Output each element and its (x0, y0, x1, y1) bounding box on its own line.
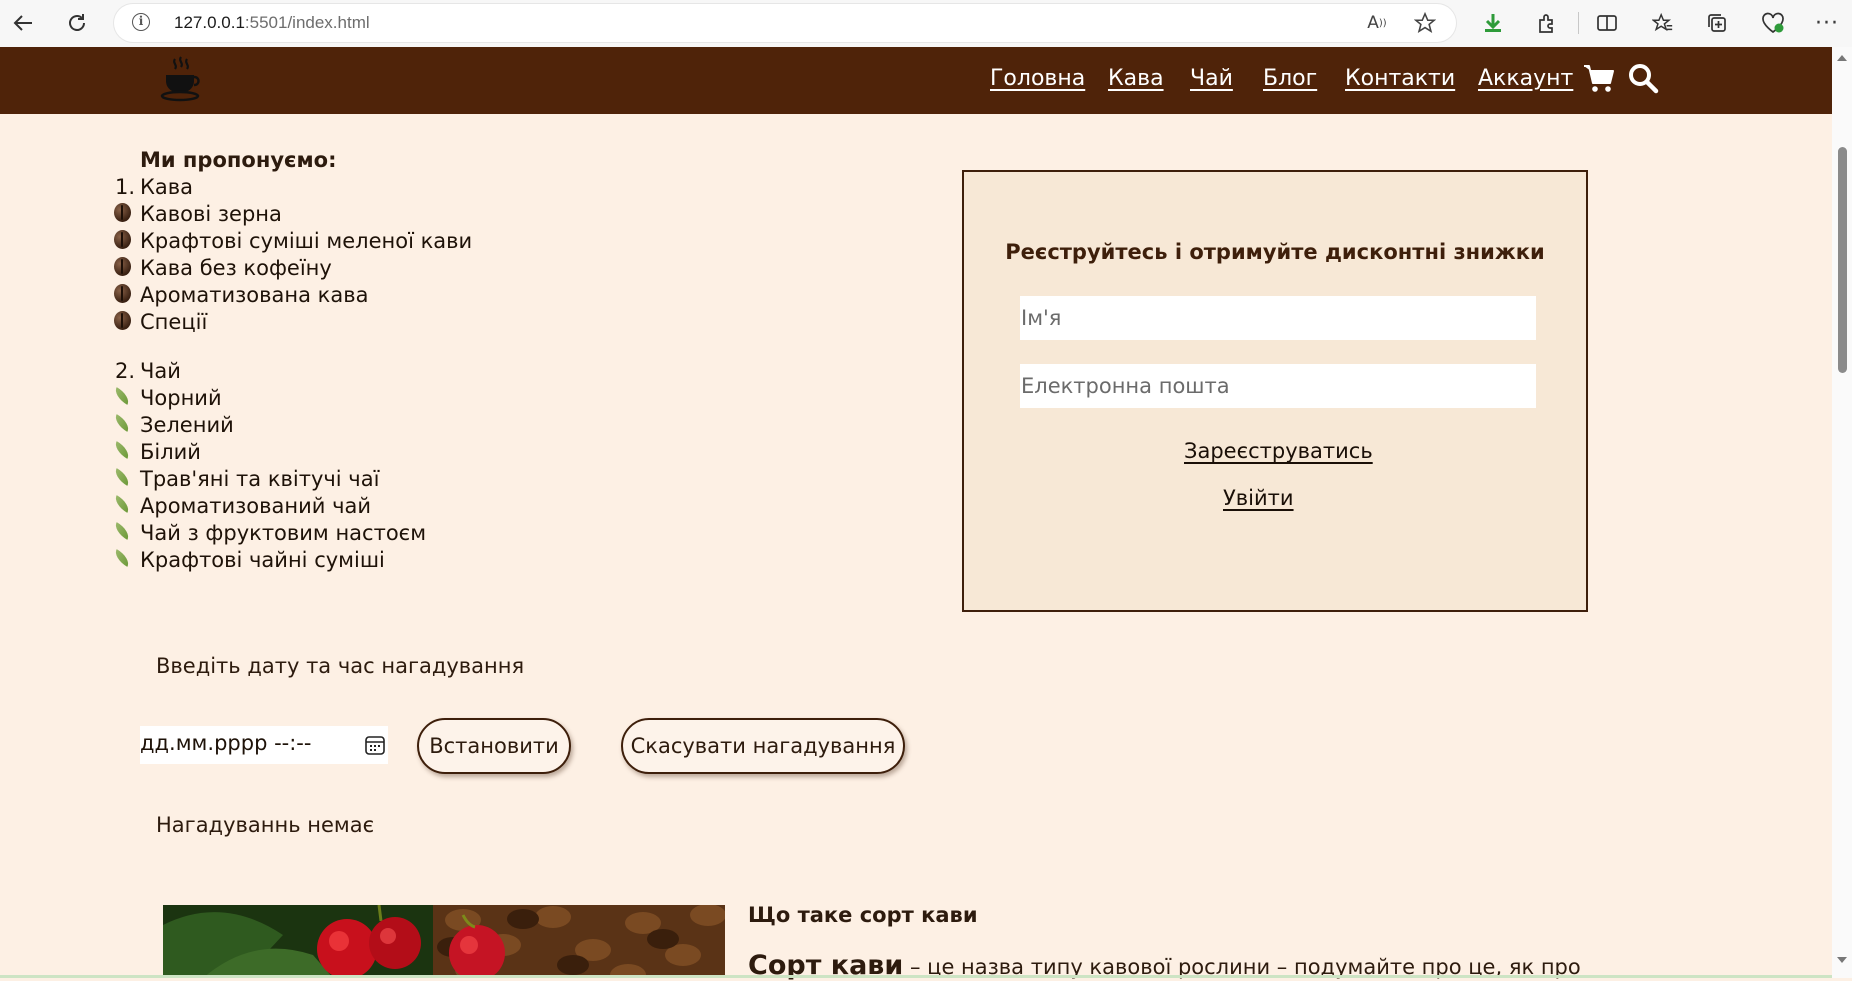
list-heading-tea: Чай (140, 359, 181, 383)
site-header: Головна Кава Чай Блог Контакти Аккаунт (0, 47, 1832, 114)
tea-leaf-icon (111, 387, 133, 405)
cart-icon[interactable] (1582, 61, 1616, 95)
reminder-status: Нагадуваннь немає (156, 813, 375, 837)
list-item: Крафтові чайні суміші (140, 548, 385, 572)
coffee-photo-art (163, 905, 725, 978)
extensions-icon[interactable] (1532, 8, 1562, 38)
list-item: Трав'яні та квітучі чаї (140, 467, 380, 491)
list-item: Білий (140, 440, 201, 464)
nav-tea[interactable]: Чай (1190, 66, 1233, 91)
back-icon[interactable] (8, 8, 38, 38)
url-path: :5501/index.html (244, 13, 370, 32)
nav-account[interactable]: Аккаунт (1478, 66, 1573, 91)
list-item: Ароматизований чай (140, 494, 372, 518)
tea-leaf-icon (111, 495, 133, 513)
list-number: 1. (115, 175, 136, 199)
scroll-down-icon[interactable] (1837, 957, 1847, 963)
tea-leaf-icon (111, 441, 133, 459)
datetime-placeholder: дд.мм.рррр --:-- (140, 731, 312, 755)
list-number: 2. (115, 359, 136, 383)
register-title: Реєструйтесь і отримуйте дисконтні знижк… (1005, 240, 1545, 264)
read-aloud-icon[interactable]: A)) (1364, 10, 1390, 36)
scrollbar-thumb[interactable] (1838, 147, 1847, 373)
reload-icon[interactable] (62, 8, 92, 38)
login-link[interactable]: Увійти (1223, 486, 1294, 510)
site-info-icon[interactable]: i (132, 13, 150, 31)
more-menu-icon[interactable]: ··· (1812, 8, 1842, 38)
list-item: Чорний (140, 386, 222, 410)
scroll-up-icon[interactable] (1837, 55, 1847, 61)
coffee-cup-logo-icon[interactable] (158, 55, 204, 103)
list-item: Кавові зерна (140, 202, 282, 226)
offers-title: Ми пропонуємо: (140, 148, 337, 172)
coffee-bean-icon (114, 311, 131, 330)
list-item: Крафтові суміші меленої кави (140, 229, 473, 253)
cancel-reminder-button[interactable]: Скасувати нагадування (621, 718, 905, 774)
list-heading-coffee: Кава (140, 175, 194, 199)
list-item: Чай з фруктовим настоєм (140, 521, 427, 545)
url-host: 127.0.0.1 (174, 13, 245, 32)
split-screen-icon[interactable] (1592, 8, 1622, 38)
coffee-bean-icon (114, 230, 131, 249)
register-link[interactable]: Зареєструватись (1184, 439, 1373, 463)
tea-leaf-icon (111, 414, 133, 432)
register-form: Реєструйтесь і отримуйте дисконтні знижк… (962, 170, 1588, 612)
coffee-bean-icon (114, 203, 131, 222)
datetime-input[interactable]: дд.мм.рррр --:-- (140, 726, 388, 764)
email-input[interactable] (1020, 364, 1536, 408)
browser-toolbar: i 127.0.0.1:5501/index.html A)) ··· (0, 0, 1852, 48)
nav-contacts[interactable]: Контакти (1345, 66, 1455, 91)
favorite-star-icon[interactable] (1412, 10, 1438, 36)
collections-icon[interactable] (1702, 8, 1732, 38)
list-item: Зелений (140, 413, 234, 437)
reminder-prompt: Введіть дату та час нагадування (156, 654, 525, 678)
address-bar[interactable]: i 127.0.0.1:5501/index.html A)) (114, 4, 1456, 42)
coffee-bean-icon (114, 257, 131, 276)
name-input[interactable] (1020, 296, 1536, 340)
download-icon[interactable] (1478, 8, 1508, 38)
nav-home[interactable]: Головна (990, 66, 1085, 91)
tea-leaf-icon (111, 549, 133, 567)
calendar-icon[interactable] (364, 734, 386, 756)
tea-leaf-icon (111, 468, 133, 486)
search-icon[interactable] (1626, 61, 1660, 95)
url-text: 127.0.0.1:5501/index.html (174, 13, 370, 33)
coffee-bean-icon (114, 284, 131, 303)
list-item: Ароматизована кава (140, 283, 369, 307)
page-scrollbar[interactable] (1832, 47, 1852, 978)
coffee-section-heading: Що таке сорт кави (748, 903, 978, 927)
list-item: Спеції (140, 310, 208, 334)
set-reminder-button[interactable]: Встановити (417, 718, 571, 774)
coffee-photo (163, 905, 725, 978)
list-item: Кава без кофеїну (140, 256, 332, 280)
favorites-icon[interactable] (1648, 8, 1678, 38)
nav-blog[interactable]: Блог (1263, 66, 1317, 91)
nav-coffee[interactable]: Кава (1108, 66, 1164, 91)
browser-essentials-icon[interactable] (1758, 8, 1788, 38)
tea-leaf-icon (111, 522, 133, 540)
toolbar-divider (1578, 12, 1579, 34)
